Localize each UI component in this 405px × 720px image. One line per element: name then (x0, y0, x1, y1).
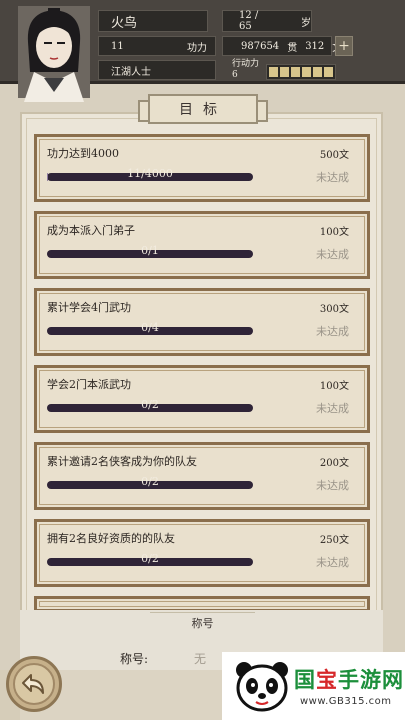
rank-value: 无 (194, 652, 207, 666)
site-watermark: 国宝手游网 www.GB315.com (222, 652, 405, 720)
action-points-bar (266, 64, 336, 80)
power-money-cell: 987654 贯 312 文 (222, 36, 342, 56)
action-points-label: 行动力 (232, 59, 260, 69)
action-point-segment (302, 67, 311, 77)
goal-text: 累计学会4门武功 (47, 301, 131, 314)
action-point-segment (280, 67, 289, 77)
rank-tab[interactable]: 称号 (150, 612, 255, 632)
goal-card[interactable]: 功力达到4000 500文 11/4000 未达成 (34, 134, 370, 202)
watermark-url: www.GB315.com (300, 696, 392, 707)
character-name: 火鸟 (98, 10, 208, 32)
back-button[interactable] (6, 656, 62, 712)
goal-text: 拥有2名良好资质的的队友 (47, 532, 175, 545)
character-portrait[interactable] (14, 2, 94, 102)
goal-progress-text: 11/4000 (127, 167, 173, 180)
action-point-segment (269, 67, 278, 77)
character-name-text: 火鸟 (111, 15, 138, 31)
character-title: 江湖人士 (98, 60, 216, 80)
goal-status: 未达成 (316, 325, 349, 338)
goal-reward: 200文 (319, 458, 349, 469)
goal-text: 累计邀请2名侠客成为你的队友 (47, 455, 197, 468)
goal-card[interactable]: 累计学会4门武功 300文 0/4 未达成 (34, 288, 370, 356)
watermark-brand: 国宝手游网 (294, 664, 404, 694)
back-arrow-icon (13, 663, 55, 705)
action-points-value: 6 (232, 70, 238, 80)
watermark-brand-rest: 手游网 (338, 668, 404, 692)
goal-status: 未达成 (316, 248, 349, 261)
goal-progress-text: 0/2 (141, 552, 159, 565)
goal-reward: 100文 (319, 381, 349, 392)
goal-status: 未达成 (316, 479, 349, 492)
action-points: 行动力 6 (228, 58, 268, 82)
goal-progress-text: 0/2 (141, 398, 159, 411)
panda-logo-icon (236, 662, 288, 712)
goal-reward: 500文 (319, 150, 349, 161)
level-value: 11 (111, 40, 124, 52)
goal-reward: 300文 (319, 304, 349, 315)
watermark-brand-red: 宝 (316, 668, 338, 692)
character-level: 11 功力 (98, 36, 216, 56)
power-label: 功力 (187, 42, 207, 54)
action-point-segment (313, 67, 322, 77)
goal-status: 未达成 (316, 402, 349, 415)
goal-reward: 100文 (319, 227, 349, 238)
goal-progress-text: 0/1 (141, 244, 159, 257)
goal-card[interactable]: 拥有2名良好资质的的队友 250文 0/2 未达成 (34, 519, 370, 587)
action-point-segment (291, 67, 300, 77)
age-unit: 岁 (301, 17, 311, 29)
goal-card[interactable]: 成为本派入门弟子 100文 0/1 未达成 (34, 211, 370, 279)
money-label: 贯 (287, 42, 298, 54)
goal-reward: 250文 (319, 535, 349, 546)
goal-progress-text: 0/2 (141, 475, 159, 488)
goal-text: 功力达到4000 (47, 147, 119, 160)
goal-card[interactable]: 学会2门本派武功 100文 0/2 未达成 (34, 365, 370, 433)
money-value: 312 (305, 40, 325, 52)
character-header: 火鸟 12 / 65 岁 11 功力 987654 贯 312 文 + 江湖人士… (0, 0, 405, 102)
goal-text: 成为本派入门弟子 (47, 224, 135, 237)
character-age: 12 / 65 岁 (222, 10, 312, 32)
power-value: 987654 (241, 40, 280, 52)
action-point-segment (324, 67, 333, 77)
goals-title: 目标 (138, 94, 268, 124)
age-value: 12 / 65 (239, 10, 259, 32)
goal-status: 未达成 (316, 171, 349, 184)
goal-text: 学会2门本派武功 (47, 378, 131, 391)
watermark-brand-green: 国 (294, 668, 316, 692)
goal-status: 未达成 (316, 556, 349, 569)
goal-card[interactable]: 累计邀请2名侠客成为你的队友 200文 0/2 未达成 (34, 442, 370, 510)
goal-progress-text: 0/4 (141, 321, 159, 334)
add-money-button[interactable]: + (335, 36, 353, 56)
rank-label: 称号: (120, 652, 149, 666)
character-title-text: 江湖人士 (111, 66, 151, 78)
